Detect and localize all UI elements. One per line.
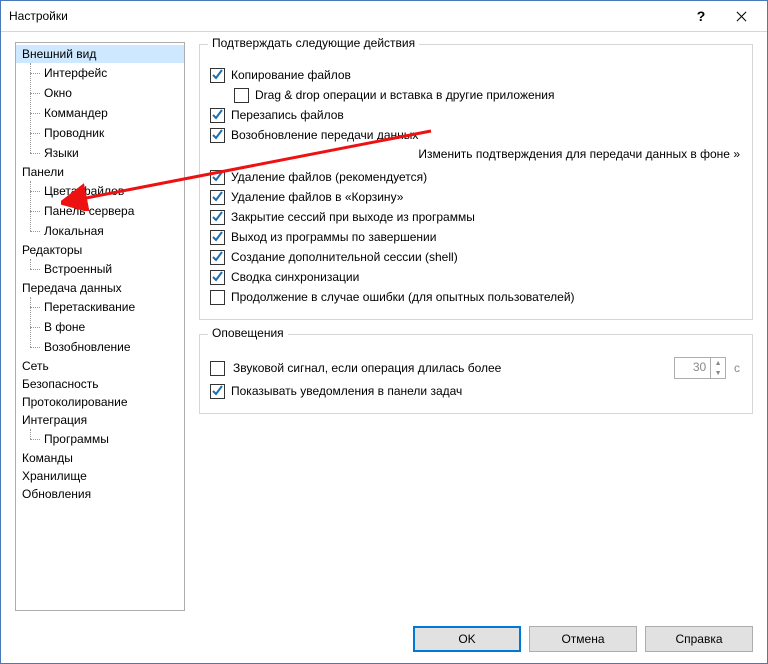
sound-label: Звуковой сигнал, если операция длилась б… <box>233 360 501 376</box>
confirm-label: Удаление файлов (рекомендуется) <box>231 169 427 185</box>
settings-window: Настройки ? Внешний видИнтерфейсОкноКомм… <box>0 0 768 664</box>
confirm-checkbox[interactable] <box>210 68 225 83</box>
confirm-checkbox[interactable] <box>210 250 225 265</box>
tree-group-label[interactable]: Обновления <box>16 485 184 503</box>
sound-row: Звуковой сигнал, если операция длилась б… <box>210 357 740 379</box>
confirm-checkbox[interactable] <box>210 290 225 305</box>
confirm-row: Выход из программы по завершении <box>210 229 740 245</box>
confirm-checkbox[interactable] <box>210 230 225 245</box>
tree-item[interactable]: Возобновление <box>16 337 184 357</box>
confirm-row: Создание дополнительной сессии (shell) <box>210 249 740 265</box>
tree-item[interactable]: Программы <box>16 429 184 449</box>
sound-unit: с <box>734 361 740 375</box>
tree-group-label[interactable]: Передача данных <box>16 279 184 297</box>
confirm-label: Создание дополнительной сессии (shell) <box>231 249 458 265</box>
tree-group-label[interactable]: Редакторы <box>16 241 184 259</box>
confirm-label: Копирование файлов <box>231 67 351 83</box>
confirm-checkbox[interactable] <box>210 190 225 205</box>
confirm-label: Продолжение в случае ошибки (для опытных… <box>231 289 575 305</box>
close-icon <box>736 11 747 22</box>
tree-item[interactable]: Перетаскивание <box>16 297 184 317</box>
bg-transfer-confirm-link[interactable]: Изменить подтверждения для передачи данн… <box>210 147 740 161</box>
tree-group-label[interactable]: Внешний вид <box>16 45 184 63</box>
confirm-row: Перезапись файлов <box>210 107 740 123</box>
tree-group-label[interactable]: Хранилище <box>16 467 184 485</box>
spinner-buttons[interactable]: ▲ ▼ <box>710 358 725 378</box>
confirm-row: Возобновление передачи данных <box>210 127 740 143</box>
confirm-row: Копирование файлов <box>210 67 740 83</box>
tree-item[interactable]: Коммандер <box>16 103 184 123</box>
help-button[interactable]: Справка <box>645 626 753 652</box>
cancel-button[interactable]: Отмена <box>529 626 637 652</box>
tree-group-label[interactable]: Команды <box>16 449 184 467</box>
sound-checkbox[interactable] <box>210 361 225 376</box>
confirm-label: Возобновление передачи данных <box>231 127 418 143</box>
confirm-row: Продолжение в случае ошибки (для опытных… <box>210 289 740 305</box>
category-tree[interactable]: Внешний видИнтерфейсОкноКоммандерПроводн… <box>15 42 185 611</box>
confirm-checkbox[interactable] <box>210 128 225 143</box>
window-title: Настройки <box>9 9 681 23</box>
spinner-up-icon[interactable]: ▲ <box>711 358 725 368</box>
notifications-groupbox: Оповещения Звуковой сигнал, если операци… <box>199 334 753 414</box>
tree-group-label[interactable]: Интеграция <box>16 411 184 429</box>
confirm-label: Выход из программы по завершении <box>231 229 436 245</box>
notifications-legend: Оповещения <box>208 326 288 340</box>
tree-item[interactable]: Окно <box>16 83 184 103</box>
confirm-row: Закрытие сессий при выходе из программы <box>210 209 740 225</box>
tree-item[interactable]: В фоне <box>16 317 184 337</box>
confirm-row: Drag & drop операции и вставка в другие … <box>234 87 740 103</box>
confirm-row: Сводка синхронизации <box>210 269 740 285</box>
titlebar: Настройки ? <box>1 1 767 32</box>
balloon-row: Показывать уведомления в панели задач <box>210 383 740 399</box>
confirm-legend: Подтверждать следующие действия <box>208 36 419 50</box>
tree-item[interactable]: Панель сервера <box>16 201 184 221</box>
confirm-checkbox[interactable] <box>210 108 225 123</box>
confirm-label: Сводка синхронизации <box>231 269 359 285</box>
confirm-checkbox[interactable] <box>210 170 225 185</box>
confirm-label: Удаление файлов в «Корзину» <box>231 189 403 205</box>
confirm-checkbox[interactable] <box>234 88 249 103</box>
tree-group-label[interactable]: Сеть <box>16 357 184 375</box>
tree-group-label[interactable]: Безопасность <box>16 375 184 393</box>
confirm-checkbox[interactable] <box>210 270 225 285</box>
ok-button[interactable]: OK <box>413 626 521 652</box>
confirm-label: Drag & drop операции и вставка в другие … <box>255 87 554 103</box>
tree-item[interactable]: Цвета файлов <box>16 181 184 201</box>
confirm-checkbox[interactable] <box>210 210 225 225</box>
tree-item[interactable]: Локальная <box>16 221 184 241</box>
balloon-label: Показывать уведомления в панели задач <box>231 383 462 399</box>
tree-item[interactable]: Встроенный <box>16 259 184 279</box>
tree-group-label[interactable]: Протоколирование <box>16 393 184 411</box>
confirm-groupbox: Подтверждать следующие действия Копирова… <box>199 44 753 320</box>
sound-seconds-spinner[interactable]: 30 ▲ ▼ <box>674 357 726 379</box>
help-icon[interactable]: ? <box>681 2 721 30</box>
confirm-row: Удаление файлов в «Корзину» <box>210 189 740 205</box>
tree-item[interactable]: Языки <box>16 143 184 163</box>
balloon-checkbox[interactable] <box>210 384 225 399</box>
confirm-label: Закрытие сессий при выходе из программы <box>231 209 475 225</box>
tree-group-label[interactable]: Панели <box>16 163 184 181</box>
confirm-label: Перезапись файлов <box>231 107 344 123</box>
close-button[interactable] <box>721 2 761 30</box>
button-bar: OK Отмена Справка <box>1 615 767 663</box>
confirm-row: Удаление файлов (рекомендуется) <box>210 169 740 185</box>
spinner-down-icon[interactable]: ▼ <box>711 368 725 378</box>
content-pane: Подтверждать следующие действия Копирова… <box>199 42 753 611</box>
tree-item[interactable]: Интерфейс <box>16 63 184 83</box>
sound-seconds-value: 30 <box>675 358 710 378</box>
tree-item[interactable]: Проводник <box>16 123 184 143</box>
